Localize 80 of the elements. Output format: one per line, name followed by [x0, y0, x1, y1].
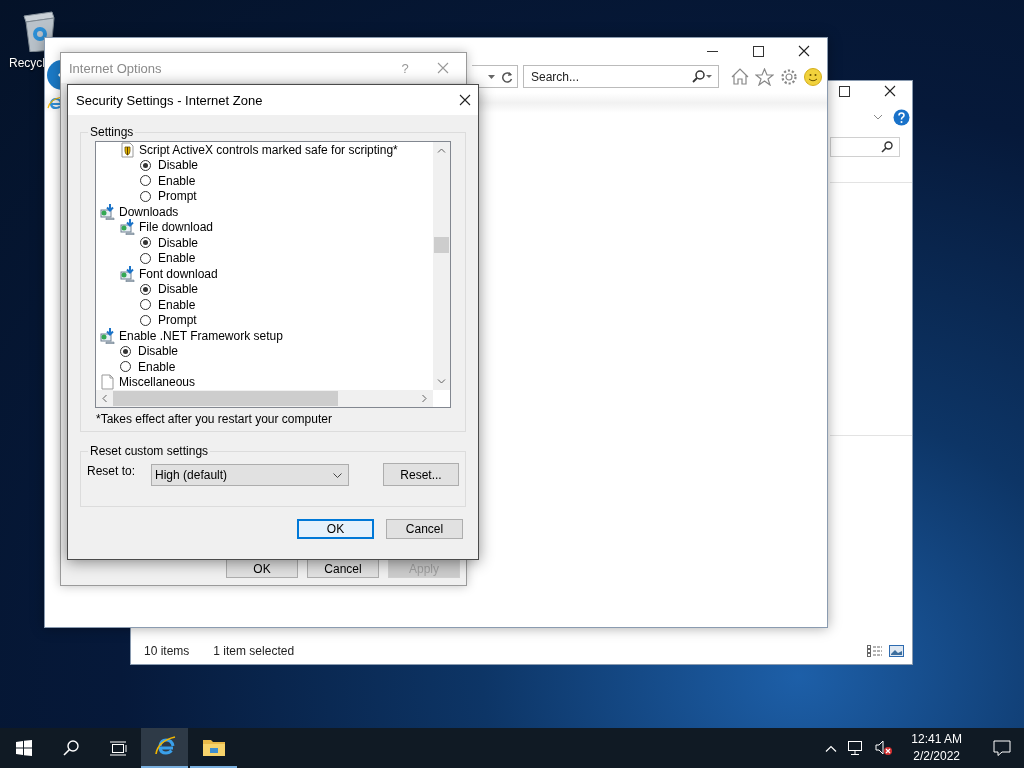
setting-label: Script ActiveX controls marked safe for scripting* — [139, 142, 398, 157]
item-count: 10 items — [144, 644, 190, 658]
smiley-icon[interactable] — [804, 67, 822, 86]
scrollbar-thumb[interactable] — [113, 391, 338, 406]
gear-icon[interactable] — [780, 67, 798, 86]
clock[interactable]: 12:41 AM 2/2/2022 — [903, 731, 970, 765]
radio-button[interactable] — [140, 252, 151, 264]
dialog-button[interactable]: Cancel — [386, 519, 463, 539]
radio-button[interactable] — [120, 345, 131, 357]
option-label[interactable]: Prompt — [158, 189, 197, 204]
reset-button[interactable]: Reset... — [383, 463, 459, 486]
radio-button[interactable] — [140, 190, 151, 202]
chevron-down-icon[interactable] — [873, 114, 883, 120]
radio-button[interactable] — [140, 283, 151, 295]
restart-note: *Takes effect after you restart your computer — [95, 412, 333, 426]
setting-label: Enable .NET Framework setup — [119, 328, 283, 343]
close-icon — [883, 85, 896, 97]
radio-button[interactable] — [140, 159, 151, 171]
download-computer-icon — [120, 265, 136, 282]
option-label[interactable]: Prompt — [158, 313, 197, 328]
option-label[interactable]: Disable — [158, 282, 199, 297]
radio-button[interactable] — [140, 175, 151, 187]
search-field[interactable]: Search... — [523, 65, 719, 88]
taskbar-app-button[interactable] — [141, 728, 188, 768]
muted-speaker-icon[interactable] — [875, 740, 894, 756]
option-label[interactable]: Disable — [158, 235, 199, 250]
download-computer-icon — [100, 327, 116, 344]
home-icon[interactable] — [731, 68, 749, 85]
setting-label: Font download — [139, 266, 218, 281]
radio-button[interactable] — [140, 299, 151, 311]
search-icon — [62, 740, 79, 756]
star-icon[interactable] — [755, 67, 774, 86]
search-icon — [881, 141, 893, 153]
chevron-down-icon — [333, 472, 343, 478]
dialog-button[interactable]: OK — [297, 519, 374, 539]
folder-icon — [201, 737, 226, 757]
field-label: Reset to: — [87, 464, 136, 478]
details-view-icon[interactable] — [867, 644, 883, 658]
radio-button[interactable] — [140, 314, 151, 326]
refresh-icon[interactable] — [501, 70, 513, 83]
setting-label: Downloads — [119, 204, 179, 219]
dialog-title: Security Settings - Internet Zone — [76, 92, 264, 108]
windows-logo-icon — [15, 740, 32, 756]
option-label[interactable]: Enable — [158, 297, 196, 312]
option-label[interactable]: Enable — [158, 173, 196, 188]
show-hidden-icons-icon[interactable] — [825, 744, 838, 752]
setting-label: File download — [139, 220, 214, 235]
radio-button[interactable] — [120, 361, 131, 373]
help-icon[interactable] — [893, 108, 910, 126]
desktop-icon-label[interactable]: Recycl — [9, 56, 45, 70]
radio-button[interactable] — [140, 237, 151, 249]
group-label: Reset custom settings — [88, 444, 211, 458]
page-icon — [100, 374, 116, 390]
maximize-icon — [752, 45, 764, 57]
group-label: Settings — [88, 125, 136, 139]
vertical-scrollbar[interactable] — [433, 142, 450, 390]
download-computer-icon — [100, 203, 116, 220]
setting-label: Miscellaneous — [119, 375, 196, 390]
close-icon — [459, 94, 471, 106]
scrollbar-thumb[interactable] — [434, 237, 449, 253]
option-label[interactable]: Enable — [158, 251, 196, 266]
option-label[interactable]: Enable — [138, 359, 176, 374]
reset-level-dropdown[interactable]: High (default) — [151, 464, 350, 486]
download-computer-icon — [120, 219, 136, 236]
maximize-icon — [839, 85, 850, 97]
option-label[interactable]: Disable — [158, 158, 199, 173]
dropdown-arrow-icon[interactable] — [488, 74, 495, 79]
close-icon — [437, 62, 449, 74]
horizontal-scrollbar[interactable] — [96, 390, 433, 407]
search-icon — [692, 70, 712, 83]
task-view-icon — [108, 740, 127, 756]
close-icon — [798, 45, 810, 57]
large-icons-view-icon[interactable] — [889, 645, 904, 657]
settings-list[interactable] — [95, 141, 451, 408]
selection-status: 1 item selected — [213, 644, 295, 658]
notification-icon — [993, 740, 1011, 756]
search-field[interactable] — [830, 137, 900, 157]
dialog-title: Internet Options — [69, 60, 163, 76]
script-page-icon — [120, 142, 136, 158]
option-label[interactable]: Disable — [138, 344, 179, 359]
